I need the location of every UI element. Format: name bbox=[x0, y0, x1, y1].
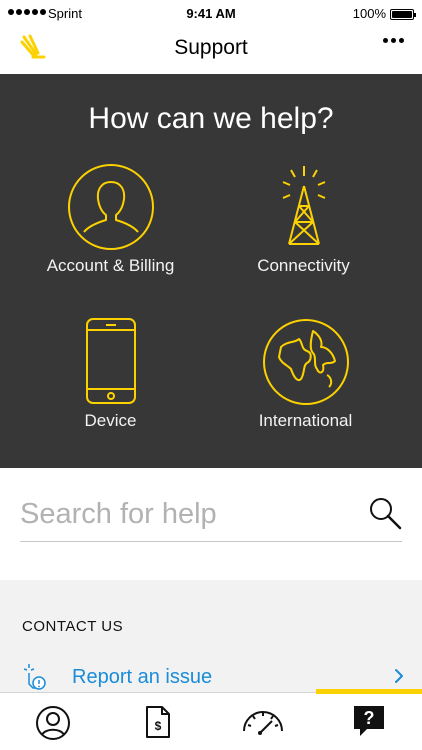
chevron-right-icon bbox=[395, 669, 403, 683]
tab-support[interactable]: ? bbox=[316, 693, 421, 750]
phone-icon bbox=[85, 318, 136, 404]
report-issue-label: Report an issue bbox=[72, 666, 213, 688]
bill-tab-icon: $ bbox=[145, 706, 170, 738]
search-icon[interactable] bbox=[368, 496, 402, 530]
status-bar: Sprint 9:41 AM 100% bbox=[0, 0, 422, 30]
category-international[interactable]: International bbox=[200, 317, 411, 431]
category-label: Account & Billing bbox=[46, 256, 175, 275]
battery-percentage: 100% bbox=[352, 6, 386, 21]
contact-section: CONTACT US Report an issue bbox=[0, 580, 422, 692]
tab-bar: $ ? bbox=[0, 689, 422, 750]
globe-icon bbox=[262, 319, 349, 405]
svg-text:$: $ bbox=[154, 719, 161, 733]
tab-account[interactable] bbox=[0, 693, 105, 750]
category-label: International bbox=[258, 411, 353, 430]
report-issue-row[interactable]: Report an issue bbox=[0, 660, 422, 692]
tab-usage[interactable] bbox=[210, 693, 315, 750]
account-tab-icon bbox=[35, 706, 70, 740]
search-bar bbox=[20, 490, 402, 542]
report-issue-icon bbox=[24, 664, 46, 690]
svg-text:?: ? bbox=[363, 708, 374, 728]
usage-gauge-icon bbox=[242, 711, 283, 735]
more-dots-icon[interactable] bbox=[383, 38, 404, 43]
category-account-billing[interactable]: Account & Billing bbox=[5, 162, 216, 276]
search-input[interactable] bbox=[20, 494, 350, 534]
page-title: Support bbox=[174, 36, 248, 59]
help-heading: How can we help? bbox=[88, 102, 334, 135]
cell-tower-icon bbox=[282, 166, 325, 245]
category-label: Device bbox=[84, 411, 137, 430]
person-circle-icon bbox=[67, 164, 154, 250]
battery-icon bbox=[390, 9, 416, 20]
navigation-bar: Support bbox=[0, 30, 422, 74]
category-device[interactable]: Device bbox=[5, 317, 216, 431]
category-connectivity[interactable]: Connectivity bbox=[198, 162, 409, 276]
help-categories-panel: How can we help? Account & Billing Conne… bbox=[0, 74, 422, 468]
support-tab-icon: ? bbox=[353, 706, 384, 736]
contact-heading: CONTACT US bbox=[22, 618, 124, 635]
tab-bill[interactable]: $ bbox=[105, 693, 210, 750]
category-label: Connectivity bbox=[257, 256, 350, 275]
